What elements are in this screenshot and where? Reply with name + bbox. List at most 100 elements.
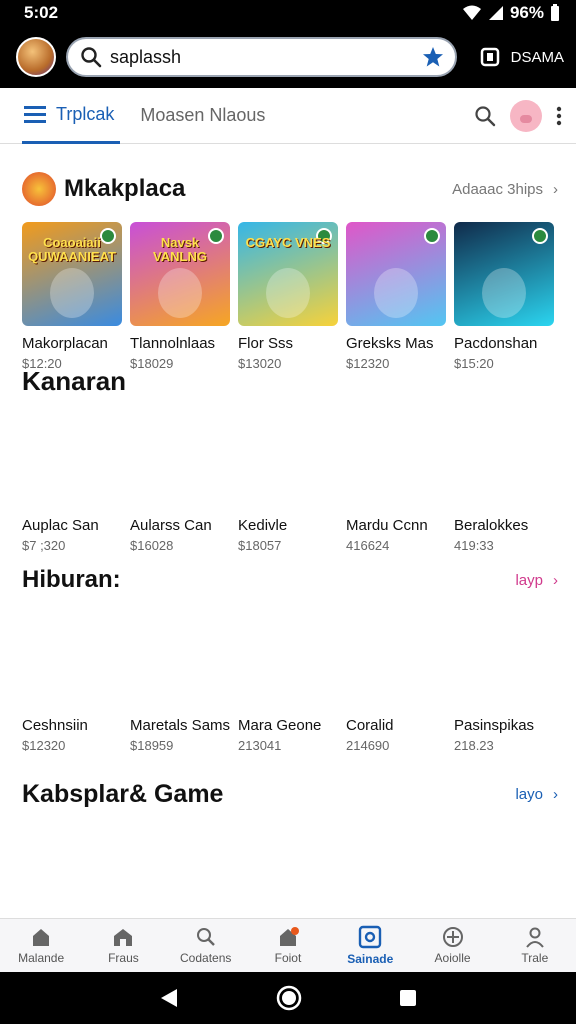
search-icon[interactable] — [474, 105, 496, 127]
game-thumbnail: Navsk VANLNG — [130, 222, 230, 326]
game-card[interactable]: Navsk VANLNG Tlannolnlaas $18029 — [130, 222, 230, 371]
game-thumbnail — [238, 820, 338, 918]
section-title: Kabsplar& Game — [22, 780, 224, 808]
section-link-label: layp — [515, 571, 543, 589]
game-card[interactable]: Mara Geone 213041 — [238, 604, 338, 753]
recents-icon[interactable] — [399, 989, 417, 1007]
verified-badge-icon — [532, 228, 548, 244]
game-thumbnail — [238, 404, 338, 508]
card-row: Coaoaiaii QUWAANIEAT Makorplacan $12:20 Na… — [22, 222, 554, 371]
game-thumbnail — [22, 820, 122, 918]
avatar[interactable] — [16, 37, 56, 77]
section-link[interactable]: Adaaac 3hips › — [452, 181, 558, 198]
game-name: Tlannolnlaas — [130, 335, 216, 352]
search-bar[interactable]: saplassh — [66, 37, 457, 77]
game-thumbnail — [130, 604, 230, 708]
device-icon — [480, 47, 499, 67]
game-thumbnail — [22, 604, 122, 708]
artwork-title: Navsk VANLNG — [153, 235, 207, 264]
nav-item-active[interactable]: Sainade — [329, 919, 411, 972]
section-link[interactable]: layp › — [515, 572, 558, 589]
game-card[interactable] — [22, 820, 122, 918]
game-name: Beralokkes — [454, 517, 529, 534]
account-label: DSAMA — [510, 48, 564, 66]
game-card[interactable]: Maretals Sams $18959 — [130, 604, 230, 753]
search-icon — [196, 928, 215, 946]
more-vert-icon[interactable] — [556, 106, 562, 126]
nav-item-profile[interactable]: Trale — [494, 919, 576, 972]
section-title: Mkakplaca — [64, 175, 186, 202]
game-price: $12320 — [22, 738, 66, 753]
game-thumbnail — [346, 604, 446, 708]
section-link[interactable]: layo › — [515, 786, 558, 803]
nav-item-store[interactable]: Fraus — [82, 919, 164, 972]
game-card[interactable] — [346, 820, 446, 918]
game-price: $7 ;320 — [22, 538, 66, 553]
house-badge-icon — [279, 927, 299, 946]
card-row: Auplac San $7 ;320 Aularss Can $16028 Kedi… — [22, 404, 554, 553]
tab-bar: Trplcak Moasen Nlaous — [0, 88, 576, 144]
section-link-label: Adaaac 3hips — [452, 180, 543, 198]
tab-other[interactable]: Moasen Nlaous — [140, 105, 265, 126]
game-card[interactable]: Greksks Mas $12320 — [346, 222, 446, 371]
character-art — [50, 268, 94, 318]
game-thumbnail — [130, 820, 230, 918]
game-thumbnail — [454, 604, 554, 708]
game-card[interactable] — [238, 820, 338, 918]
menu-icon — [24, 106, 46, 123]
game-name: Aularss Can — [130, 517, 212, 534]
battery-level: 96% — [509, 3, 544, 22]
signal-icon — [488, 6, 503, 20]
game-card[interactable]: Auplac San $7 ;320 — [22, 404, 122, 553]
game-thumbnail — [454, 404, 554, 508]
game-card[interactable]: Ceshnsiin $12320 — [22, 604, 122, 753]
card-row — [22, 820, 554, 918]
section-link-label: layo — [515, 786, 543, 803]
game-name: Pacdonshan — [454, 335, 538, 352]
nav-label: Sainade — [347, 952, 394, 966]
verified-badge-icon — [424, 228, 440, 244]
game-card[interactable]: Coaoaiaii QUWAANIEAT Makorplacan $12:20 — [22, 222, 122, 371]
status-indicators: 96% — [462, 3, 560, 23]
pig-avatar-icon[interactable] — [510, 99, 542, 132]
section-title: Kanaran — [22, 366, 127, 396]
game-card[interactable] — [130, 820, 230, 918]
system-nav-bar — [0, 972, 576, 1024]
section-header: Mkakplaca Adaaac 3hips › — [22, 172, 558, 206]
status-time: 5:02 — [24, 3, 59, 22]
person-icon — [526, 927, 544, 948]
tab-active[interactable]: Trplcak — [22, 88, 121, 144]
game-card[interactable]: Kedivle $18057 — [238, 404, 338, 553]
search-input[interactable]: saplassh — [110, 47, 421, 68]
character-art — [374, 268, 418, 318]
nav-item-notifications[interactable]: Foiot — [247, 919, 329, 972]
game-card[interactable] — [454, 820, 554, 918]
game-card[interactable]: Beralokkes 419:33 — [454, 404, 554, 553]
account-button[interactable]: DSAMA — [479, 46, 564, 68]
game-name: Greksks Mas — [346, 335, 434, 352]
character-art — [158, 268, 202, 318]
artwork-title: Coaoaiaii QUWAANIEAT — [28, 235, 116, 264]
nav-item-home[interactable]: Malande — [0, 919, 82, 972]
back-icon[interactable] — [159, 987, 179, 1009]
game-card[interactable]: Pasinspikas 218.23 — [454, 604, 554, 753]
game-card[interactable]: Pacdonshan $15:20 — [454, 222, 554, 371]
nav-item-search[interactable]: Codatens — [165, 919, 247, 972]
star-icon[interactable] — [421, 45, 445, 69]
section-header: Hiburan: layp › — [22, 566, 558, 594]
nav-item-apps[interactable]: Aoiolle — [411, 919, 493, 972]
character-art — [482, 268, 526, 318]
tab-tools — [474, 99, 562, 132]
game-card[interactable]: Aularss Can $16028 — [130, 404, 230, 553]
game-name: Coralid — [346, 717, 394, 734]
game-card[interactable]: Coralid 214690 — [346, 604, 446, 753]
tab-active-label: Trplcak — [56, 103, 115, 124]
game-card[interactable]: CGAYC VNES Flor Sss $13020 — [238, 222, 338, 371]
search-icon — [81, 47, 102, 68]
bottom-nav: Malande Fraus Codatens Foiot Sainade Aoi… — [0, 918, 576, 972]
game-card[interactable]: Mardu Ccnn 416624 — [346, 404, 446, 553]
home-button-icon[interactable] — [276, 985, 302, 1011]
game-thumbnail — [22, 404, 122, 508]
nav-label: Codatens — [180, 951, 232, 965]
card-row: Ceshnsiin $12320 Maretals Sams $18959 Mara… — [22, 604, 554, 753]
